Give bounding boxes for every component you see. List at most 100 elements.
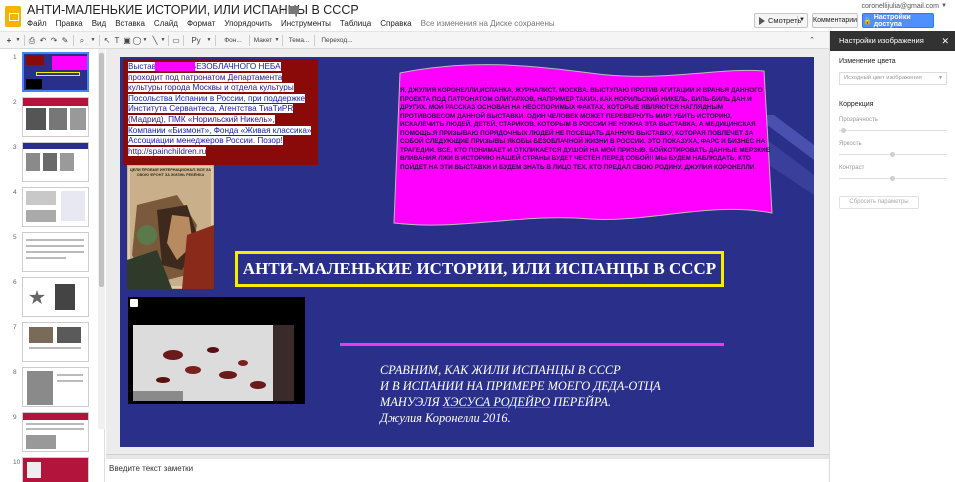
play-icon[interactable] bbox=[130, 299, 138, 307]
slide-number: 5 bbox=[13, 234, 17, 241]
chevron-down-icon[interactable]: ▼ bbox=[941, 3, 947, 9]
chevron-down-icon[interactable]: ▼ bbox=[274, 35, 280, 46]
transition-button[interactable]: Переход... bbox=[317, 35, 357, 46]
adjustments-label: Коррекция bbox=[839, 101, 874, 108]
comparison-line-2: И В ИСПАНИИ НА ПРИМЕРЕ МОЕГО ДЕДА-ОТЦА bbox=[380, 379, 661, 393]
chevron-down-icon[interactable]: ▼ bbox=[799, 17, 805, 23]
menu-edit[interactable]: Правка bbox=[56, 19, 83, 28]
slide-thumbnail[interactable] bbox=[22, 277, 89, 317]
slide-thumb-7[interactable]: 7 bbox=[0, 322, 100, 366]
menu-insert[interactable]: Вставка bbox=[115, 19, 145, 28]
filmstrip-scrollbar[interactable] bbox=[98, 49, 105, 429]
play-icon bbox=[759, 16, 765, 25]
slide-thumbnail[interactable] bbox=[22, 52, 89, 92]
slide-thumbnail[interactable] bbox=[22, 142, 89, 182]
recolor-select[interactable]: Исходный цвет изображения ▼ bbox=[839, 72, 947, 85]
slide-thumbnail[interactable] bbox=[22, 367, 89, 407]
present-button[interactable]: Смотреть ▼ bbox=[754, 13, 808, 28]
select-icon[interactable]: ↖ bbox=[102, 35, 112, 46]
video-thumbnail[interactable] bbox=[133, 325, 294, 401]
reset-button[interactable]: Сбросить параметры bbox=[839, 196, 919, 209]
slide-thumb-10[interactable]: 10 bbox=[0, 457, 100, 482]
filmstrip: 1 2 3 4 5 6 7 8 9 10 bbox=[0, 49, 105, 482]
transparency-slider[interactable] bbox=[839, 130, 947, 131]
share-button[interactable]: 🔒 Настройки доступа bbox=[862, 13, 934, 28]
folder-icon[interactable] bbox=[289, 6, 299, 14]
chevron-down-icon[interactable]: ▼ bbox=[938, 73, 943, 84]
shape-icon[interactable]: ◯ bbox=[132, 35, 142, 46]
slide-number: 4 bbox=[13, 189, 17, 196]
slide-thumb-1[interactable]: 1 bbox=[0, 52, 100, 96]
slide-thumb-4[interactable]: 4 bbox=[0, 187, 100, 231]
slide-thumbnail[interactable] bbox=[22, 187, 89, 227]
intro-text[interactable]: Выставка ДЕТИ БЕЗОБЛАЧНОГО НЕБА проходит… bbox=[128, 62, 314, 157]
print-icon[interactable]: ⎙ bbox=[27, 35, 37, 46]
user-email[interactable]: coronellijulia@gmail.com bbox=[861, 3, 939, 10]
new-slide-icon[interactable]: + bbox=[4, 35, 14, 46]
chevron-down-icon[interactable]: ▼ bbox=[206, 35, 212, 46]
slide-thumbnail[interactable] bbox=[22, 412, 89, 452]
slide-thumb-6[interactable]: 6 bbox=[0, 277, 100, 321]
slide-thumbnail[interactable] bbox=[22, 457, 89, 482]
slide-thumb-5[interactable]: 5 bbox=[0, 232, 100, 276]
menu-help[interactable]: Справка bbox=[380, 19, 411, 28]
input-tools[interactable]: Ру bbox=[186, 35, 206, 46]
undo-icon[interactable]: ↶ bbox=[38, 35, 48, 46]
theme-button[interactable]: Тема... bbox=[285, 35, 313, 46]
close-icon[interactable]: ✕ bbox=[941, 31, 949, 51]
slide-thumb-3[interactable]: 3 bbox=[0, 142, 100, 186]
slide-number: 8 bbox=[13, 369, 17, 376]
comparison-line-3: МАНУЭЛЯ ХЭСУСА РОДЕЙРО ПЕРЕЙРА. bbox=[380, 395, 612, 409]
slide-thumb-2[interactable]: 2 bbox=[0, 97, 100, 141]
brightness-slider-thumb[interactable] bbox=[890, 152, 895, 157]
toolbar: + ▼ ⎙ ↶ ↷ ✎ ⌕ ▼ ↖ T ▣ ◯ ▼ ╲ ▼ ▭ Ру ▼ Фон… bbox=[0, 31, 829, 49]
intro-text-box[interactable]: Выставка ДЕТИ БЕЗОБЛАЧНОГО НЕБА проходит… bbox=[123, 59, 318, 165]
zoom-icon[interactable]: ⌕ bbox=[76, 35, 88, 46]
save-status[interactable]: Все изменения на Диске сохранены bbox=[421, 19, 555, 28]
menu-arrange[interactable]: Упорядочить bbox=[224, 19, 272, 28]
menu-format[interactable]: Формат bbox=[187, 19, 215, 28]
menu-tools[interactable]: Инструменты bbox=[281, 19, 331, 28]
menu-file[interactable]: Файл bbox=[27, 19, 47, 28]
text-box-icon[interactable]: T bbox=[112, 35, 122, 46]
menu-slide[interactable]: Слайд bbox=[154, 19, 178, 28]
comments-button[interactable]: Комментарии bbox=[812, 13, 858, 28]
slide-thumb-8[interactable]: 8 bbox=[0, 367, 100, 411]
speaker-notes[interactable]: Введите текст заметки bbox=[106, 459, 829, 482]
panel-title: Настройки изображения bbox=[830, 31, 955, 51]
background-button[interactable]: Фон... bbox=[219, 35, 247, 46]
line-icon[interactable]: ╲ bbox=[150, 35, 160, 46]
video-embed[interactable] bbox=[128, 297, 305, 404]
contrast-label: Контраст bbox=[839, 165, 865, 171]
recolor-label: Изменение цвета bbox=[839, 58, 896, 65]
chevron-down-icon[interactable]: ▼ bbox=[89, 35, 97, 46]
highlight-mark bbox=[155, 62, 195, 71]
slide-thumbnail[interactable] bbox=[22, 322, 89, 362]
chevron-down-icon[interactable]: ▼ bbox=[142, 35, 148, 46]
redo-icon[interactable]: ↷ bbox=[49, 35, 59, 46]
image-icon[interactable]: ▣ bbox=[122, 35, 132, 46]
chevron-down-icon[interactable]: ▼ bbox=[160, 35, 166, 46]
contrast-slider-thumb[interactable] bbox=[890, 176, 895, 181]
slide[interactable]: Выставка ДЕТИ БЕЗОБЛАЧНОГО НЕБА проходит… bbox=[120, 57, 814, 447]
menu-table[interactable]: Таблица bbox=[340, 19, 371, 28]
star-icon[interactable]: ☆ bbox=[276, 3, 287, 17]
menu-view[interactable]: Вид bbox=[92, 19, 106, 28]
collapse-toolbar-icon[interactable]: ⌃ bbox=[805, 35, 819, 46]
slide-thumb-9[interactable]: 9 bbox=[0, 412, 100, 456]
layout-button[interactable]: Макет bbox=[252, 35, 274, 46]
banner-text[interactable]: Я, ДЖУЛИЯ КОРОНЕЛЛИ,ИСПАНКА, ЖУРНАЛИСТ, … bbox=[400, 87, 770, 172]
slide-thumbnail[interactable] bbox=[22, 232, 89, 272]
paint-format-icon[interactable]: ✎ bbox=[60, 35, 70, 46]
chevron-down-icon[interactable]: ▼ bbox=[14, 35, 22, 46]
image-options-panel: Настройки изображения ✕ Изменение цвета … bbox=[829, 31, 955, 482]
propaganda-poster-image[interactable]: ЦЕЛИ ПРОБЫЕ ИНТЕРНАЦИОНАЛ. ВСЕ ЗА СВОЮ Ф… bbox=[127, 165, 214, 289]
slides-logo-icon[interactable] bbox=[5, 6, 21, 27]
document-title[interactable]: АНТИ-МАЛЕНЬКИЕ ИСТОРИИ, ИЛИ ИСПАНЦЫ В СС… bbox=[27, 3, 359, 17]
comment-icon[interactable]: ▭ bbox=[171, 35, 181, 46]
slide-thumbnail[interactable] bbox=[22, 97, 89, 137]
slide-title[interactable]: АНТИ-МАЛЕНЬКИЕ ИСТОРИИ, ИЛИ ИСПАНЦЫ В СС… bbox=[235, 251, 724, 287]
comparison-text[interactable]: СРАВНИМ, КАК ЖИЛИ ИСПАНЦЫ В СССР И В ИСП… bbox=[380, 362, 710, 426]
lock-icon: 🔒 bbox=[863, 17, 872, 25]
transparency-slider-thumb[interactable] bbox=[841, 128, 846, 133]
